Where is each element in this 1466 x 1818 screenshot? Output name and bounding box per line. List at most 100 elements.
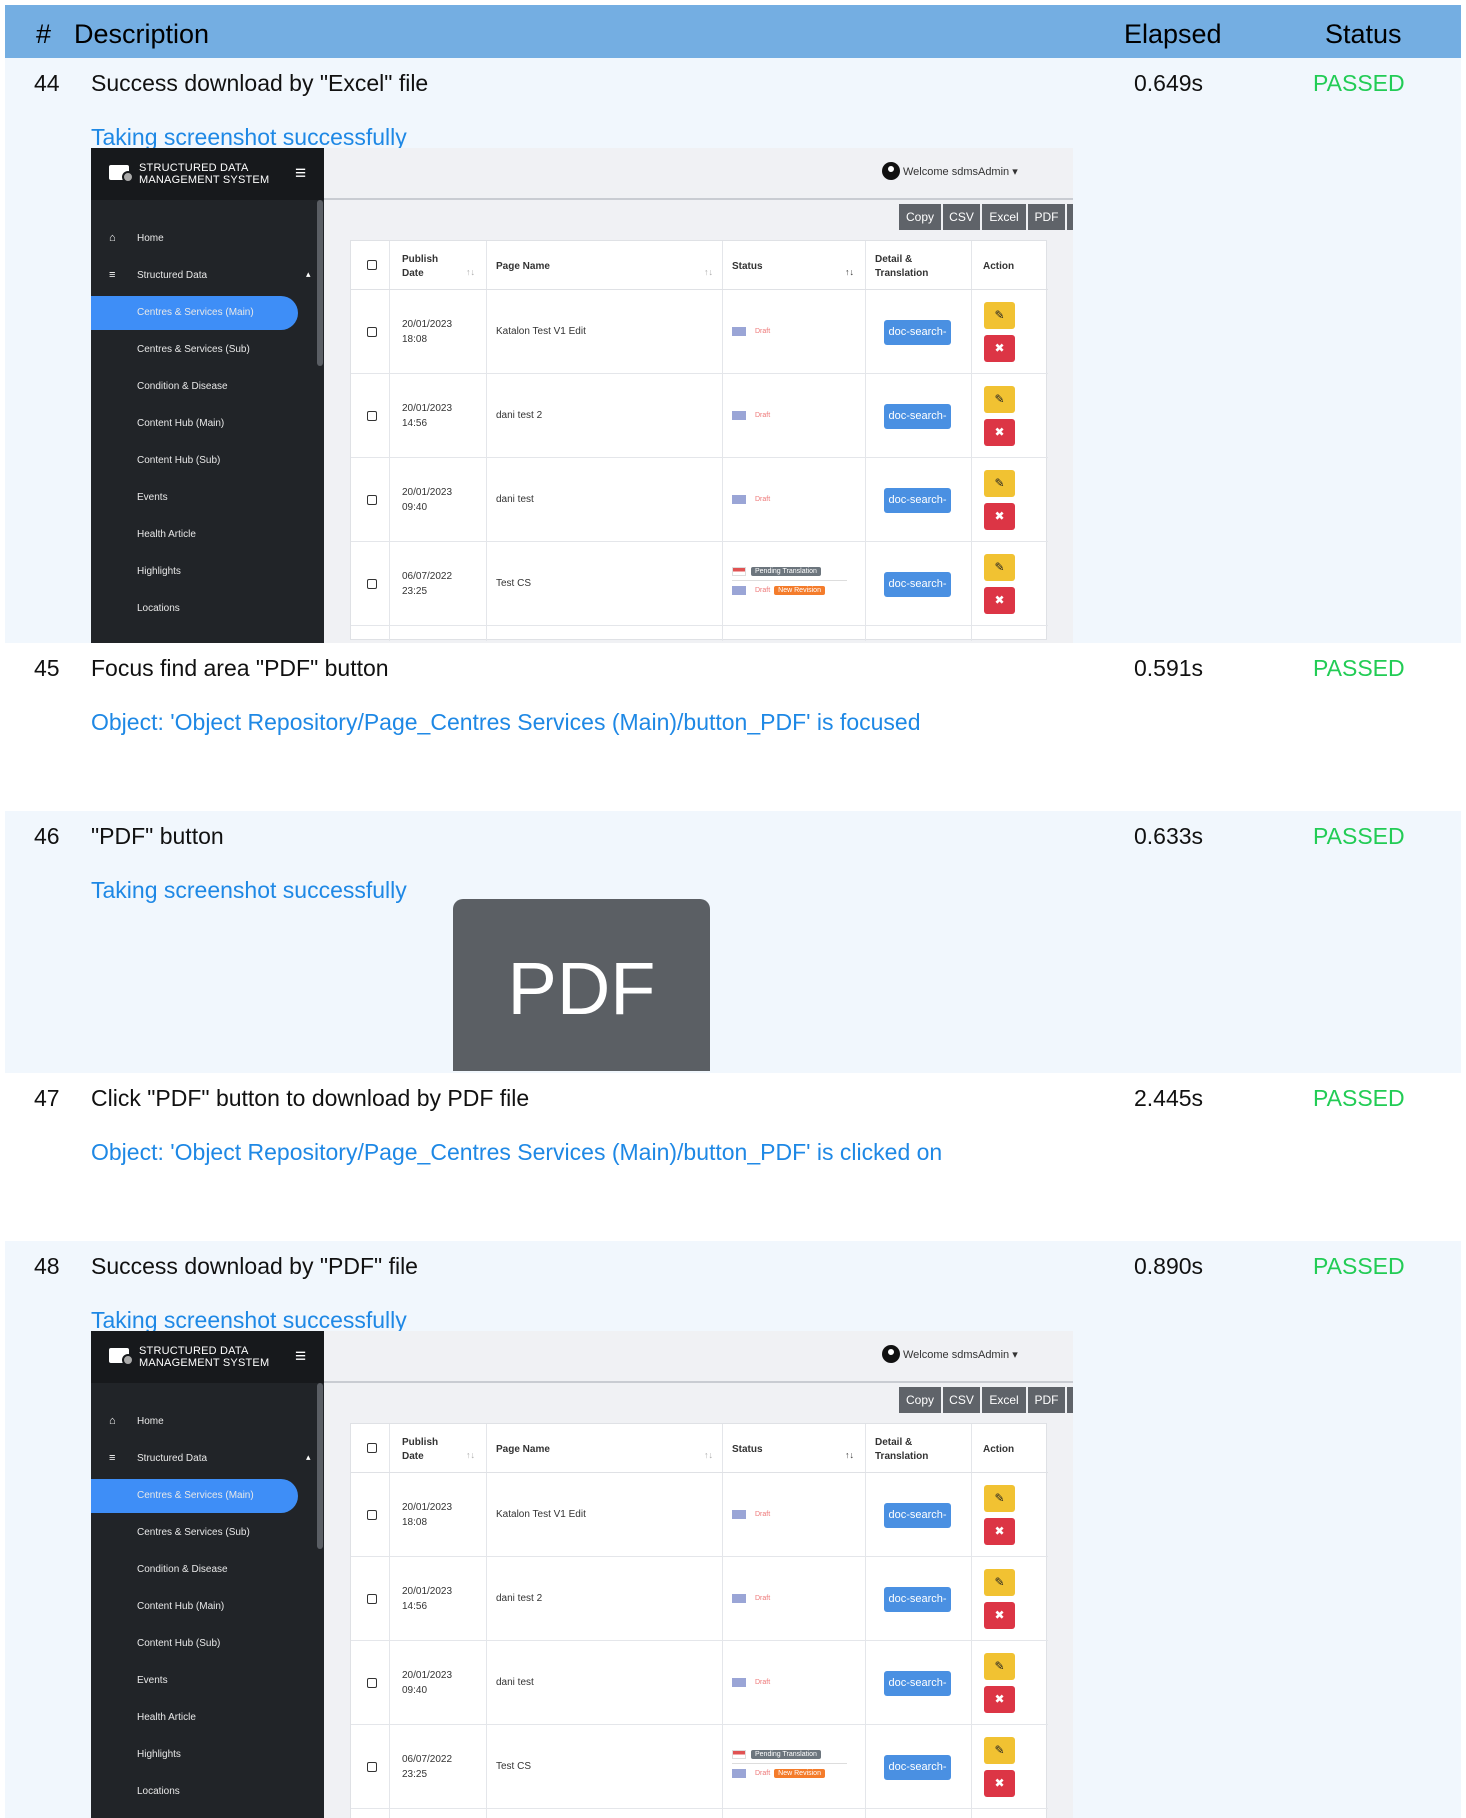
sidebar-item-label: Condition & Disease: [137, 381, 228, 392]
csv-export-button[interactable]: CSV: [943, 1387, 980, 1413]
row-checkbox[interactable]: [367, 495, 377, 505]
pdf-export-button[interactable]: PDF: [1028, 204, 1065, 230]
sidebar-item-content-hub-main-[interactable]: Content Hub (Main): [91, 1590, 298, 1624]
edit-icon[interactable]: ✎: [984, 302, 1015, 329]
sidebar-item-centres-services-main-[interactable]: Centres & Services (Main): [91, 1479, 298, 1513]
detail-translation-button[interactable]: doc-search-icon | translate-icon: [884, 1503, 951, 1571]
draft-badge: Draft: [755, 1594, 771, 1602]
select-all-checkbox[interactable]: [367, 260, 377, 270]
trash-icon[interactable]: ✖: [984, 1518, 1015, 1545]
excel-export-button[interactable]: Excel: [982, 204, 1026, 230]
sidebar-item-condition-disease[interactable]: Condition & Disease: [91, 370, 298, 404]
column-detail-translation[interactable]: Detail & Translation: [351, 1424, 1048, 1473]
column-status[interactable]: Status ↑↓: [351, 1424, 1048, 1473]
sidebar-item-content-hub-main-[interactable]: Content Hub (Main): [91, 407, 298, 441]
trash-icon[interactable]: ✖: [984, 1770, 1015, 1797]
select-all-checkbox[interactable]: [367, 1443, 377, 1453]
trash-icon[interactable]: ✖: [984, 419, 1015, 446]
step-message-link[interactable]: Taking screenshot successfully: [91, 1307, 407, 1334]
sidebar-item-health-article[interactable]: Health Article: [91, 518, 298, 552]
sidebar-item-highlights[interactable]: Highlights: [91, 555, 298, 589]
row-checkbox[interactable]: [367, 1510, 377, 1520]
print-export-button[interactable]: Print: [1067, 204, 1073, 230]
trash-icon[interactable]: ✖: [984, 335, 1015, 362]
edit-icon[interactable]: ✎: [984, 386, 1015, 413]
csv-export-button[interactable]: CSV: [943, 204, 980, 230]
sidebar-item-locations[interactable]: Locations: [91, 592, 298, 626]
pdf-export-button[interactable]: PDF: [1028, 1387, 1065, 1413]
sidebar-item-centres-services-main-[interactable]: Centres & Services (Main): [91, 296, 298, 330]
sidebar-item-home[interactable]: ⌂ Home: [91, 222, 298, 256]
hamburger-icon[interactable]: ≡: [295, 1346, 306, 1368]
column-publish-date[interactable]: Publish Date ↑↓: [351, 1424, 1048, 1473]
row-checkbox[interactable]: [367, 1678, 377, 1688]
copy-export-button[interactable]: Copy: [899, 204, 941, 230]
sidebar-item-content-hub-sub-[interactable]: Content Hub (Sub): [91, 1627, 298, 1661]
detail-translation-button[interactable]: doc-search-icon | translate-icon: [884, 1755, 951, 1818]
sidebar-scrollbar[interactable]: [317, 200, 323, 366]
column-status[interactable]: Status ↑↓: [351, 241, 1048, 290]
sort-icon[interactable]: ↑↓: [704, 1450, 713, 1460]
header-text: Page Name: [496, 261, 550, 272]
sidebar-item-content-hub-sub-[interactable]: Content Hub (Sub): [91, 444, 298, 478]
welcome-user-menu[interactable]: Welcome sdmsAdmin ▾: [903, 165, 1018, 178]
sidebar-item-structured-data[interactable]: ≡ Structured Data ▴: [91, 259, 311, 293]
publish-date-day: 20/01/2023: [402, 1502, 453, 1513]
edit-icon[interactable]: ✎: [984, 470, 1015, 497]
hamburger-icon[interactable]: ≡: [295, 163, 306, 185]
user-avatar-icon[interactable]: [882, 162, 900, 180]
welcome-user-menu[interactable]: Welcome sdmsAdmin ▾: [903, 1348, 1018, 1361]
trash-icon[interactable]: ✖: [984, 1602, 1015, 1629]
column-detail-translation[interactable]: Detail & Translation: [351, 241, 1048, 290]
copy-export-button[interactable]: Copy: [899, 1387, 941, 1413]
edit-icon[interactable]: ✎: [984, 1653, 1015, 1680]
sidebar-item-events[interactable]: Events: [91, 1664, 298, 1698]
sidebar-item-centres-services-sub-[interactable]: Centres & Services (Sub): [91, 333, 298, 367]
detail-translation-button[interactable]: doc-search-icon | translate-icon: [884, 320, 951, 388]
sidebar-item-health-article[interactable]: Health Article: [91, 1701, 298, 1735]
detail-translation-button[interactable]: doc-search-icon | translate-icon: [884, 404, 951, 472]
detail-translation-button[interactable]: doc-search-icon | translate-icon: [884, 1671, 951, 1739]
edit-icon[interactable]: ✎: [984, 554, 1015, 581]
sidebar-item-events[interactable]: Events: [91, 481, 298, 515]
sidebar-item-locations[interactable]: Locations: [91, 1775, 298, 1809]
sidebar-item-structured-data[interactable]: ≡ Structured Data ▴: [91, 1442, 311, 1476]
sort-icon[interactable]: ↑↓: [466, 1450, 475, 1460]
step-message-link[interactable]: Object: 'Object Repository/Page_Centres …: [91, 1139, 942, 1166]
step-message-link[interactable]: Taking screenshot successfully: [91, 877, 407, 904]
column-action[interactable]: Action: [351, 241, 1048, 290]
row-checkbox[interactable]: [367, 1762, 377, 1772]
sort-icon[interactable]: ↑↓: [845, 1450, 854, 1460]
edit-icon[interactable]: ✎: [984, 1569, 1015, 1596]
sidebar-item-home[interactable]: ⌂ Home: [91, 1405, 298, 1439]
column-action[interactable]: Action: [351, 1424, 1048, 1473]
row-checkbox[interactable]: [367, 579, 377, 589]
print-export-button[interactable]: Print: [1067, 1387, 1073, 1413]
detail-translation-button[interactable]: doc-search-icon | translate-icon: [884, 488, 951, 556]
sidebar-scrollbar[interactable]: [317, 1383, 323, 1549]
sort-icon[interactable]: ↑↓: [466, 267, 475, 277]
column-publish-date[interactable]: Publish Date ↑↓: [351, 241, 1048, 290]
column-page-name[interactable]: Page Name ↑↓: [351, 1424, 1048, 1473]
column-page-name[interactable]: Page Name ↑↓: [351, 241, 1048, 290]
sidebar-item-highlights[interactable]: Highlights: [91, 1738, 298, 1772]
user-avatar-icon[interactable]: [882, 1345, 900, 1363]
trash-icon[interactable]: ✖: [984, 587, 1015, 614]
detail-translation-button[interactable]: doc-search-icon | translate-icon: [884, 572, 951, 640]
row-checkbox[interactable]: [367, 411, 377, 421]
detail-translation-button[interactable]: doc-search-icon | translate-icon: [884, 1587, 951, 1655]
trash-icon[interactable]: ✖: [984, 1686, 1015, 1713]
sort-icon[interactable]: ↑↓: [845, 267, 854, 277]
row-checkbox[interactable]: [367, 1594, 377, 1604]
sidebar-item-condition-disease[interactable]: Condition & Disease: [91, 1553, 298, 1587]
edit-icon[interactable]: ✎: [984, 1485, 1015, 1512]
step-message-link[interactable]: Taking screenshot successfully: [91, 124, 407, 151]
sort-icon[interactable]: ↑↓: [704, 267, 713, 277]
trash-icon[interactable]: ✖: [984, 503, 1015, 530]
row-checkbox[interactable]: [367, 327, 377, 337]
sidebar-item-centres-services-sub-[interactable]: Centres & Services (Sub): [91, 1516, 298, 1550]
excel-export-button[interactable]: Excel: [982, 1387, 1026, 1413]
edit-icon[interactable]: ✎: [984, 1737, 1015, 1764]
column-status-label: Status: [732, 1443, 763, 1457]
step-message-link[interactable]: Object: 'Object Repository/Page_Centres …: [91, 709, 920, 736]
